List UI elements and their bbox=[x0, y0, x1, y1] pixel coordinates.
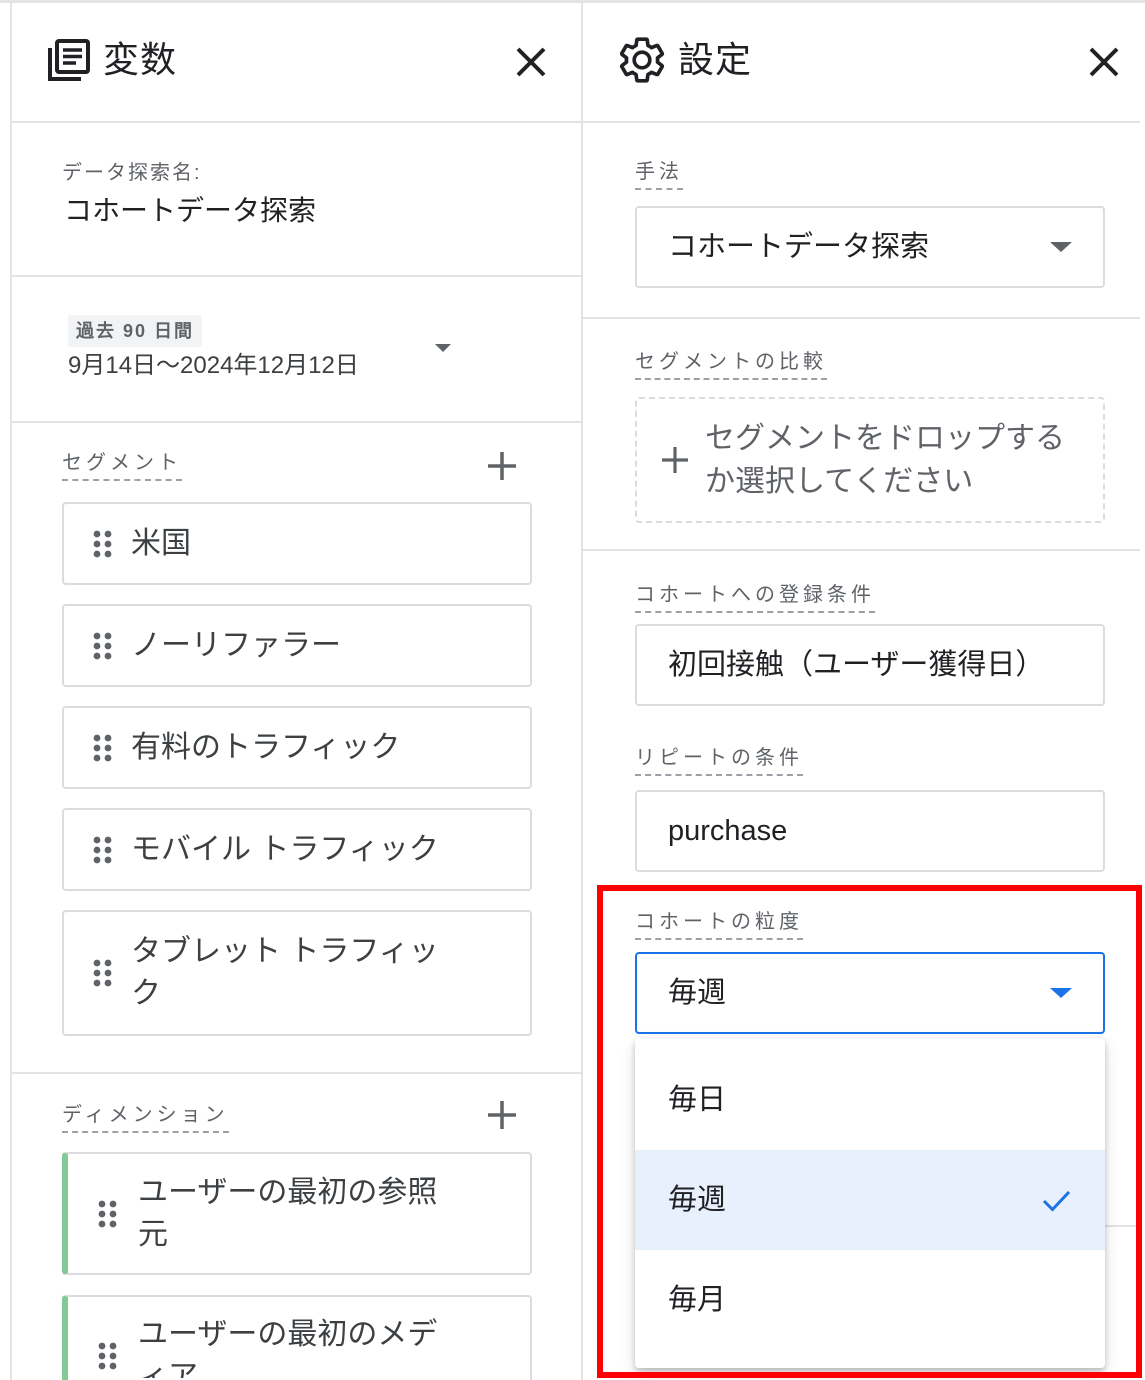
date-range-text: 9月14日～2024年12月12日 bbox=[68, 352, 359, 379]
segment-drop-zone[interactable]: セグメントをドロップするか選択してください bbox=[635, 397, 1105, 523]
caret-down-icon bbox=[1050, 988, 1072, 998]
panel-divider bbox=[581, 0, 583, 1380]
plus-icon bbox=[662, 447, 688, 473]
drag-handle-icon[interactable] bbox=[98, 1200, 118, 1228]
dimension-name: ユーザーの最初の参照元 bbox=[138, 1175, 438, 1251]
divider bbox=[12, 121, 581, 123]
drag-handle-icon[interactable] bbox=[93, 530, 113, 558]
segment-card[interactable]: ノーリファラー bbox=[62, 604, 532, 687]
drag-handle-icon[interactable] bbox=[98, 1342, 118, 1370]
menu-item-label: 毎日 bbox=[668, 1084, 727, 1116]
ga-explore-panels: 変数 データ探索名: コホートデータ探索 過去 90 日間 9月14日～2024… bbox=[0, 0, 1145, 1380]
segment-card[interactable]: 米国 bbox=[62, 502, 532, 585]
close-settings-button[interactable] bbox=[1086, 44, 1122, 80]
cohort-granularity-label: コホートの粒度 bbox=[635, 909, 803, 940]
segment-name: 有料のトラフィック bbox=[131, 730, 401, 764]
divider bbox=[583, 317, 1140, 319]
segment-name: 米国 bbox=[131, 526, 191, 560]
return-criteria-label: リピートの条件 bbox=[635, 745, 803, 776]
dimension-card[interactable]: ユーザーの最初の参照元 bbox=[62, 1152, 532, 1275]
segment-name: ノーリファラー bbox=[131, 628, 341, 662]
left-border bbox=[10, 0, 12, 1380]
gear-icon bbox=[619, 37, 665, 83]
segment-card[interactable]: タブレット トラフィック bbox=[62, 910, 532, 1036]
segment-card[interactable]: 有料のトラフィック bbox=[62, 706, 532, 789]
divider bbox=[12, 421, 581, 423]
variables-title: 変数 bbox=[103, 39, 178, 80]
add-segment-button[interactable] bbox=[486, 450, 518, 482]
technique-label: 手法 bbox=[635, 159, 683, 190]
caret-down-icon bbox=[1050, 242, 1072, 252]
close-icon bbox=[1089, 47, 1119, 77]
dimension-card[interactable]: ユーザーの最初のメディア bbox=[62, 1295, 532, 1380]
divider bbox=[583, 121, 1140, 123]
drag-handle-icon[interactable] bbox=[93, 959, 113, 987]
exploration-name-label: データ探索名: bbox=[62, 162, 202, 184]
segment-drop-placeholder: セグメントをドロップするか選択してください bbox=[705, 422, 1065, 498]
return-criteria-value: purchase bbox=[668, 815, 788, 847]
date-preset-badge: 過去 90 日間 bbox=[68, 315, 203, 347]
plus-icon bbox=[488, 452, 516, 480]
divider bbox=[12, 275, 581, 277]
menu-item-daily[interactable]: 毎日 bbox=[635, 1050, 1105, 1150]
cohort-inclusion-field[interactable]: 初回接触（ユーザー獲得日） bbox=[635, 624, 1105, 706]
date-range-selector[interactable]: 過去 90 日間 9月14日～2024年12月12日 bbox=[62, 305, 462, 385]
segments-label: セグメント bbox=[62, 450, 182, 481]
caret-down-icon[interactable] bbox=[435, 344, 451, 352]
menu-item-label: 毎週 bbox=[668, 1184, 727, 1216]
technique-select[interactable]: コホートデータ探索 bbox=[635, 206, 1105, 288]
cohort-granularity-menu: 毎日 毎週 毎月 bbox=[635, 1038, 1105, 1368]
drag-handle-icon[interactable] bbox=[93, 836, 113, 864]
dimensions-label: ディメンション bbox=[62, 1102, 229, 1133]
top-border bbox=[0, 0, 1145, 3]
cohort-inclusion-label: コホートへの登録条件 bbox=[635, 582, 875, 613]
divider bbox=[12, 1072, 581, 1074]
plus-icon bbox=[488, 1101, 516, 1129]
segment-comparison-label: セグメントの比較 bbox=[635, 349, 827, 380]
exploration-name-field[interactable]: コホートデータ探索 bbox=[64, 193, 316, 229]
drag-handle-icon[interactable] bbox=[93, 632, 113, 660]
cohort-granularity-select[interactable]: 毎週 bbox=[635, 952, 1105, 1034]
variables-icon bbox=[48, 39, 90, 81]
segment-card[interactable]: モバイル トラフィック bbox=[62, 808, 532, 891]
menu-item-weekly[interactable]: 毎週 bbox=[635, 1150, 1105, 1250]
dimension-name: ユーザーの最初のメディア bbox=[138, 1318, 438, 1378]
menu-item-label: 毎月 bbox=[668, 1284, 727, 1316]
drag-handle-icon[interactable] bbox=[93, 734, 113, 762]
cohort-granularity-value: 毎週 bbox=[668, 977, 727, 1009]
settings-title: 設定 bbox=[678, 39, 753, 80]
cohort-inclusion-value: 初回接触（ユーザー獲得日） bbox=[668, 649, 1045, 681]
divider bbox=[1105, 1225, 1138, 1227]
segment-name: タブレット トラフィック bbox=[131, 935, 439, 1010]
divider bbox=[583, 549, 1140, 551]
close-variables-button[interactable] bbox=[513, 44, 549, 80]
check-icon bbox=[1042, 1190, 1071, 1212]
technique-value: コホートデータ探索 bbox=[668, 231, 930, 263]
add-dimension-button[interactable] bbox=[486, 1099, 518, 1131]
segment-name: モバイル トラフィック bbox=[131, 832, 439, 866]
return-criteria-field[interactable]: purchase bbox=[635, 790, 1105, 872]
close-icon bbox=[516, 47, 546, 77]
menu-item-monthly[interactable]: 毎月 bbox=[635, 1250, 1105, 1350]
